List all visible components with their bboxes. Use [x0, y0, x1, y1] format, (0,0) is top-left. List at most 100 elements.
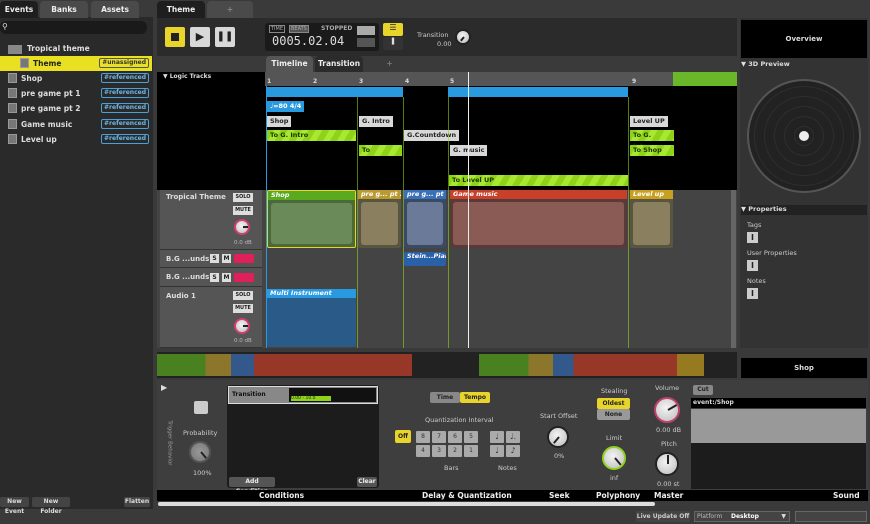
stop-button[interactable] — [165, 27, 185, 47]
3d-preview[interactable] — [747, 79, 861, 193]
region-pre-game-1[interactable]: pre g... pt 1 — [404, 190, 446, 248]
beats-toggle[interactable]: BEATS — [289, 25, 309, 33]
deck-scrollbar[interactable] — [158, 502, 655, 506]
transition-region[interactable]: To G. Intro — [630, 130, 674, 150]
overview-strip[interactable] — [157, 352, 737, 378]
region-shop[interactable]: Shop — [267, 190, 356, 248]
stealing-none[interactable]: None — [597, 409, 630, 420]
volume-knob[interactable] — [234, 219, 250, 235]
bars-2[interactable]: 2 — [448, 445, 462, 457]
notes-field[interactable]: I — [747, 288, 758, 299]
destination-marker[interactable]: G. Intro — [359, 116, 393, 127]
mute-button[interactable]: MUTE — [233, 304, 253, 313]
master-volume-knob[interactable] — [654, 397, 680, 423]
search-input[interactable]: ⚲ — [0, 21, 147, 34]
cut-button[interactable]: Cut — [693, 385, 713, 395]
event-row[interactable]: Game music #referenced — [0, 117, 152, 132]
trigger-icon-button[interactable] — [194, 401, 208, 414]
tempo-toggle[interactable]: Tempo — [460, 392, 490, 403]
region-level-up[interactable]: Level up — [630, 190, 673, 248]
transition-region[interactable]: To Level UP — [449, 175, 628, 186]
region-game-music[interactable]: Game music — [450, 190, 627, 248]
condition-row[interactable]: Transition 0.00 - 10.0 — [228, 386, 378, 404]
ruler[interactable] — [265, 72, 737, 86]
volume-slider[interactable] — [234, 254, 254, 263]
volume-slider[interactable] — [234, 273, 254, 282]
stealing-oldest[interactable]: Oldest — [597, 398, 630, 409]
bars-3[interactable]: 3 — [432, 445, 446, 457]
clear-button[interactable]: Clear — [357, 477, 377, 487]
quant-off-button[interactable]: Off — [395, 430, 411, 443]
bars-8[interactable]: 8 — [416, 431, 430, 443]
solo-button[interactable]: S — [210, 273, 219, 282]
event-row[interactable]: Level up #referenced — [0, 132, 152, 147]
bars-5[interactable]: 5 — [464, 431, 478, 443]
transition-region[interactable]: To Shop — [630, 145, 674, 156]
limit-knob[interactable] — [602, 446, 626, 470]
tab-assets[interactable]: Assets — [91, 1, 139, 18]
event-row[interactable]: pre game pt 2 #referenced — [0, 101, 152, 116]
logic-view-button[interactable]: ☰ — [383, 23, 403, 36]
pitch-knob[interactable] — [655, 452, 679, 476]
add-user-property-button[interactable]: I — [747, 260, 758, 271]
tab-banks[interactable]: Banks — [40, 1, 88, 18]
event-row-theme[interactable]: Theme #unassigned — [0, 56, 152, 71]
mute-button[interactable]: M — [222, 254, 231, 263]
tab-timeline[interactable]: Timeline — [266, 56, 313, 72]
platform-select[interactable]: Platform Desktop ▼ — [694, 511, 790, 522]
folder-row[interactable]: Tropical theme — [0, 41, 152, 56]
time-toggle[interactable]: Time — [430, 392, 460, 403]
pause-button[interactable]: ❚❚ — [215, 27, 235, 47]
new-folder-button[interactable]: New Folder — [32, 497, 70, 515]
mute-button[interactable]: M — [222, 273, 231, 282]
solo-button[interactable]: SOLO — [233, 193, 253, 202]
transition-region[interactable]: To G. Intro — [267, 130, 356, 141]
loop-region[interactable] — [267, 87, 403, 97]
follow-button[interactable] — [357, 38, 375, 47]
live-update-button[interactable]: Live Update Off — [636, 511, 690, 522]
logic-tracks-toggle[interactable]: ▼ Logic Tracks — [163, 73, 211, 80]
vertical-scrollbar[interactable] — [731, 190, 736, 348]
add-tab-button[interactable]: + — [207, 1, 253, 18]
mute-button[interactable]: MUTE — [233, 206, 253, 215]
probability-knob[interactable] — [189, 441, 211, 463]
add-tag-button[interactable]: I — [747, 232, 758, 243]
region-pre-game-2[interactable]: pre g... pt 2 — [358, 190, 401, 248]
event-row[interactable]: pre game pt 1 #referenced — [0, 86, 152, 101]
region-piano[interactable]: Stein...Piano — [404, 252, 446, 266]
loop-region[interactable] — [448, 87, 628, 97]
loop-button[interactable] — [357, 26, 375, 35]
solo-button[interactable]: SOLO — [233, 291, 253, 300]
bars-6[interactable]: 6 — [448, 431, 462, 443]
event-row[interactable]: Shop #referenced — [0, 71, 152, 86]
add-subtab-button[interactable]: + — [366, 56, 413, 72]
flatten-button[interactable]: Flatten — [124, 497, 150, 507]
transition-knob[interactable] — [455, 29, 471, 45]
tab-theme[interactable]: Theme — [157, 1, 205, 18]
solo-button[interactable]: S — [210, 254, 219, 263]
destination-marker[interactable]: Shop — [267, 116, 292, 127]
destination-marker[interactable]: G.Countdown — [404, 130, 460, 141]
note-quarter-2[interactable]: ♩ — [490, 445, 504, 457]
region-multi-instrument[interactable]: Multi Instrument — [267, 289, 356, 347]
transition-region[interactable]: To G.Count... — [359, 145, 402, 156]
destination-marker[interactable]: Level UP — [630, 116, 668, 127]
mixer-view-button[interactable]: ❚ — [383, 37, 403, 50]
note-quarter[interactable]: ♩ — [490, 431, 504, 443]
volume-knob[interactable] — [234, 318, 250, 334]
bars-4[interactable]: 4 — [416, 445, 430, 457]
note-eighth[interactable]: ♪ — [506, 445, 520, 457]
new-event-button[interactable]: New Event — [0, 497, 29, 515]
start-offset-knob[interactable] — [547, 426, 569, 448]
tab-events[interactable]: Events — [0, 1, 38, 18]
note-dotted-quarter[interactable]: ♩. — [506, 431, 520, 443]
tab-transition[interactable]: Transition — [315, 56, 363, 72]
add-condition-button[interactable]: Add Condition — [229, 477, 275, 495]
play-button[interactable]: ▶ — [190, 27, 210, 47]
time-toggle[interactable]: TIME — [269, 25, 286, 33]
preview-header[interactable]: ▼ 3D Preview — [741, 60, 867, 68]
deck-collapse-icon[interactable]: ▶ — [161, 383, 167, 392]
bars-7[interactable]: 7 — [432, 431, 446, 443]
tempo-marker[interactable]: ♩=80 4/4 — [267, 101, 305, 112]
playhead[interactable] — [468, 72, 469, 348]
